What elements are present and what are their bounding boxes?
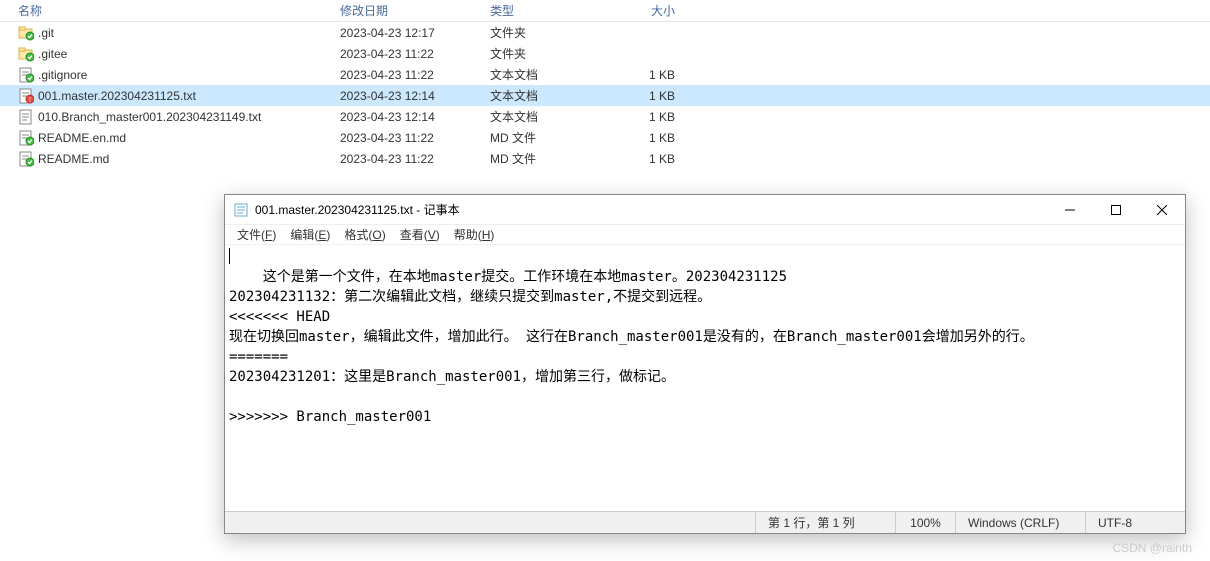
header-name[interactable]: 名称 xyxy=(0,2,340,19)
header-size[interactable]: 大小 xyxy=(605,2,685,19)
file-type: 文本文档 xyxy=(490,87,605,104)
file-row[interactable]: 010.Branch_master001.202304231149.txt 202… xyxy=(0,106,1210,127)
file-date: 2023-04-23 11:22 xyxy=(340,131,490,145)
file-row[interactable]: .git 2023-04-23 12:17文件夹 xyxy=(0,22,1210,43)
file-date: 2023-04-23 11:22 xyxy=(340,152,490,166)
file-name: README.en.md xyxy=(38,131,126,145)
window-controls xyxy=(1047,195,1185,224)
file-size: 1 KB xyxy=(605,152,685,166)
file-name: README.md xyxy=(38,152,109,166)
file-icon xyxy=(18,67,34,83)
notepad-titlebar[interactable]: 001.master.202304231125.txt - 记事本 xyxy=(225,195,1185,225)
menu-help[interactable]: 帮助(H) xyxy=(448,225,501,244)
notepad-icon xyxy=(233,202,249,218)
notepad-statusbar: 第 1 行，第 1 列 100% Windows (CRLF) UTF-8 xyxy=(225,511,1185,533)
file-size: 1 KB xyxy=(605,89,685,103)
status-zoom: 100% xyxy=(895,512,955,533)
file-date: 2023-04-23 11:22 xyxy=(340,68,490,82)
menu-format[interactable]: 格式(O) xyxy=(338,225,391,244)
file-icon xyxy=(18,151,34,167)
svg-text:!: ! xyxy=(29,97,31,104)
file-row[interactable]: .gitignore 2023-04-23 11:22文本文档1 KB xyxy=(0,64,1210,85)
file-name: .gitignore xyxy=(38,68,87,82)
file-list[interactable]: .git 2023-04-23 12:17文件夹 .gitee 2023-04-23 … xyxy=(0,22,1210,169)
close-button[interactable] xyxy=(1139,195,1185,224)
menu-view[interactable]: 查看(V) xyxy=(394,225,446,244)
file-list-header: 名称 修改日期 类型 大小 xyxy=(0,0,1210,22)
header-type[interactable]: 类型 xyxy=(490,2,605,19)
file-row[interactable]: ! 001.master.202304231125.txt 2023-04-23 1… xyxy=(0,85,1210,106)
file-name: .gitee xyxy=(38,47,67,61)
file-row[interactable]: .gitee 2023-04-23 11:22文件夹 xyxy=(0,43,1210,64)
file-type: 文件夹 xyxy=(490,24,605,41)
status-position: 第 1 行，第 1 列 xyxy=(755,512,895,533)
file-size: 1 KB xyxy=(605,110,685,124)
file-name: 001.master.202304231125.txt xyxy=(38,89,196,103)
file-date: 2023-04-23 12:17 xyxy=(340,26,490,40)
notepad-title: 001.master.202304231125.txt - 记事本 xyxy=(255,201,1047,218)
status-eol: Windows (CRLF) xyxy=(955,512,1085,533)
notepad-menubar: 文件(F) 编辑(E) 格式(O) 查看(V) 帮助(H) xyxy=(225,225,1185,245)
notepad-window: 001.master.202304231125.txt - 记事本 文件(F) … xyxy=(224,194,1186,534)
file-type: MD 文件 xyxy=(490,129,605,146)
file-date: 2023-04-23 12:14 xyxy=(340,89,490,103)
menu-file[interactable]: 文件(F) xyxy=(231,225,282,244)
notepad-content[interactable]: 这个是第一个文件，在本地master提交。工作环境在本地master。20230… xyxy=(225,245,1185,511)
file-size: 1 KB xyxy=(605,131,685,145)
header-date[interactable]: 修改日期 xyxy=(340,2,490,19)
file-type: 文件夹 xyxy=(490,45,605,62)
file-row[interactable]: README.md 2023-04-23 11:22MD 文件1 KB xyxy=(0,148,1210,169)
text-caret xyxy=(229,248,230,264)
file-icon xyxy=(18,25,34,41)
file-size: 1 KB xyxy=(605,68,685,82)
file-name: .git xyxy=(38,26,54,40)
file-row[interactable]: README.en.md 2023-04-23 11:22MD 文件1 KB xyxy=(0,127,1210,148)
maximize-button[interactable] xyxy=(1093,195,1139,224)
file-icon: ! xyxy=(18,88,34,104)
file-date: 2023-04-23 11:22 xyxy=(340,47,490,61)
notepad-text: 这个是第一个文件，在本地master提交。工作环境在本地master。20230… xyxy=(229,269,1034,425)
watermark: CSDN @rainth xyxy=(1112,541,1192,555)
status-encoding: UTF-8 xyxy=(1085,512,1185,533)
file-icon xyxy=(18,109,34,125)
minimize-button[interactable] xyxy=(1047,195,1093,224)
file-icon xyxy=(18,130,34,146)
file-name: 010.Branch_master001.202304231149.txt xyxy=(38,110,261,124)
file-date: 2023-04-23 12:14 xyxy=(340,110,490,124)
file-icon xyxy=(18,46,34,62)
file-type: 文本文档 xyxy=(490,108,605,125)
file-type: MD 文件 xyxy=(490,150,605,167)
menu-edit[interactable]: 编辑(E) xyxy=(284,225,336,244)
file-type: 文本文档 xyxy=(490,66,605,83)
